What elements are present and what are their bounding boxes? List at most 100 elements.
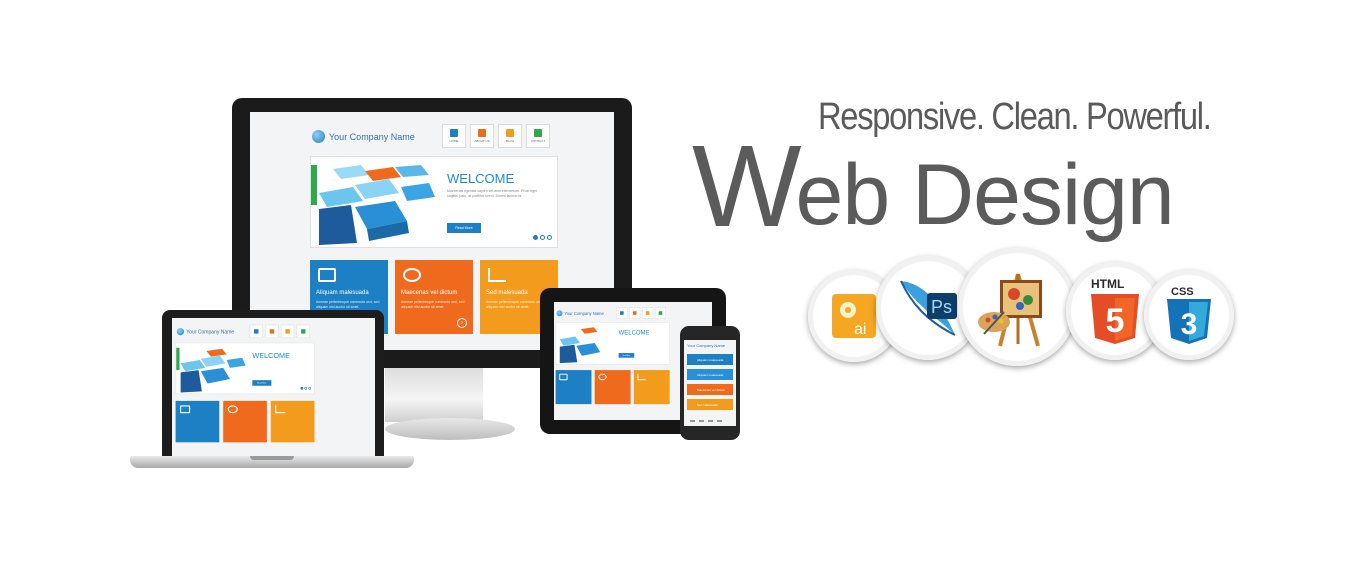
chart-icon bbox=[637, 373, 646, 381]
slider-dot[interactable] bbox=[300, 386, 304, 390]
nav-home[interactable] bbox=[249, 324, 263, 339]
globe-icon bbox=[403, 268, 421, 282]
home-icon bbox=[620, 311, 624, 315]
nav-about[interactable]: ABOUT US bbox=[470, 124, 494, 148]
nav-contact[interactable] bbox=[296, 324, 310, 339]
chart-icon bbox=[275, 405, 286, 414]
phone-menu-item[interactable]: Maecenas vel dictum bbox=[687, 384, 733, 395]
feature-tile[interactable]: Maecenas vel dictum Aenean pellentesque … bbox=[395, 260, 473, 334]
tile-text: Aenean pellentesque commodo orci, sed al… bbox=[401, 300, 465, 309]
easel-palette-icon bbox=[978, 273, 1042, 347]
document-icon bbox=[478, 129, 486, 137]
feature-tile[interactable] bbox=[555, 370, 592, 405]
site-nav: HOME ABOUT US BLOG CONTACT bbox=[442, 124, 550, 148]
site-logo: Your Company Name bbox=[312, 130, 415, 143]
read-more-button[interactable]: Read More bbox=[618, 353, 635, 358]
phone-menu-item[interactable]: Sed malesuada bbox=[687, 399, 733, 410]
css3-shield-icon: CSS 3 bbox=[1167, 286, 1211, 344]
illustrator-label: ai bbox=[854, 321, 866, 338]
feature-tile[interactable] bbox=[223, 400, 267, 443]
paint-easel-badge bbox=[958, 248, 1076, 366]
chart-icon bbox=[488, 268, 506, 282]
phone-menu-label: Sed malesuada bbox=[697, 403, 718, 407]
read-more-button[interactable]: Read More bbox=[447, 223, 481, 233]
site-logo-text: Your Company Name bbox=[687, 343, 726, 348]
site-mockup-tablet: Your Company Name WELCOME Read More bbox=[554, 302, 696, 412]
home-icon bbox=[450, 129, 458, 137]
site-logo: Your Company Name bbox=[176, 328, 235, 336]
document-icon bbox=[269, 329, 275, 334]
hero-3d-tiles-art bbox=[176, 347, 246, 393]
phone-menu-item[interactable]: Aliquam malesuada bbox=[687, 369, 733, 380]
arrow-right-icon[interactable]: › bbox=[457, 318, 467, 328]
monitor-stand-neck bbox=[385, 366, 483, 422]
nav-blog[interactable]: BLOG bbox=[498, 124, 522, 148]
tile-title: Maecenas vel dictum bbox=[401, 290, 458, 296]
slider-dot[interactable] bbox=[308, 386, 312, 390]
slider-dots[interactable] bbox=[300, 386, 312, 390]
phone-site-mockup: Your Company Name Aliquam malesuada Aliq… bbox=[684, 340, 736, 426]
slider-dot[interactable] bbox=[547, 235, 552, 240]
nav-home[interactable]: HOME bbox=[442, 124, 466, 148]
globe-icon bbox=[227, 405, 238, 414]
nav-about[interactable] bbox=[265, 324, 279, 339]
feature-tile[interactable] bbox=[633, 370, 670, 405]
css3-badge: CSS 3 bbox=[1144, 270, 1234, 360]
phone-footer-nav bbox=[690, 420, 722, 422]
feature-tile[interactable] bbox=[175, 400, 220, 443]
phone-menu-label: Maecenas vel dictum bbox=[697, 388, 726, 392]
gallery-icon bbox=[559, 373, 568, 381]
gallery-icon bbox=[180, 405, 191, 414]
contact-icon bbox=[534, 129, 542, 137]
nav-label: BLOG bbox=[505, 139, 515, 143]
site-logo-text: Your Company Name bbox=[329, 131, 415, 142]
photoshop-feather-icon: Ps bbox=[900, 280, 957, 336]
hero-title: WELCOME bbox=[447, 171, 515, 186]
globe-logo-icon bbox=[176, 328, 184, 336]
photoshop-label: Ps bbox=[931, 297, 952, 317]
slider-dot[interactable] bbox=[540, 235, 545, 240]
nav-blog[interactable] bbox=[642, 307, 654, 319]
contact-icon bbox=[658, 311, 663, 315]
feature-tile[interactable] bbox=[594, 370, 631, 405]
site-logo-text: Your Company Name bbox=[186, 328, 235, 335]
read-more-button[interactable]: Read More bbox=[252, 380, 272, 386]
feature-tiles bbox=[555, 370, 670, 405]
monitor-stand-base bbox=[385, 418, 515, 440]
globe-logo-icon bbox=[312, 130, 325, 143]
nav-contact[interactable] bbox=[654, 307, 666, 319]
tile-title: Sed malesuada bbox=[486, 290, 528, 296]
css3-number: 3 bbox=[1181, 308, 1198, 341]
site-logo-text: Your Company Name bbox=[564, 310, 604, 316]
globe-logo-icon bbox=[556, 310, 563, 317]
edit-icon bbox=[506, 129, 514, 137]
hero-title: WELCOME bbox=[252, 351, 290, 360]
slider-dot[interactable] bbox=[304, 386, 308, 390]
site-mockup-laptop: Your Company Name WELCOME Read More bbox=[172, 318, 346, 452]
nav-home[interactable] bbox=[616, 307, 628, 319]
nav-about[interactable] bbox=[629, 307, 641, 319]
slider-dots[interactable] bbox=[533, 235, 552, 240]
nav-contact[interactable]: CONTACT bbox=[526, 124, 550, 148]
site-nav bbox=[249, 324, 310, 339]
headline: Web Design bbox=[692, 128, 1175, 244]
edit-icon bbox=[285, 329, 290, 334]
phone-menu-label: Aliquam malesuada bbox=[697, 373, 724, 377]
nav-blog[interactable] bbox=[280, 324, 295, 339]
edit-icon bbox=[645, 311, 650, 315]
phone-menu-item[interactable]: Aliquam malesuada bbox=[687, 354, 733, 365]
contact-icon bbox=[301, 329, 306, 334]
document-icon bbox=[632, 311, 637, 315]
globe-icon bbox=[598, 373, 607, 381]
hero-slider: WELCOME Read More bbox=[175, 342, 315, 395]
gallery-icon bbox=[318, 268, 336, 282]
feature-tile[interactable] bbox=[270, 400, 315, 443]
headline-first-letter: W bbox=[692, 121, 801, 251]
phone-screen: Your Company Name Aliquam malesuada Aliq… bbox=[684, 340, 736, 426]
tile-text: Aenean pellentesque commodo orci, sed al… bbox=[316, 300, 380, 309]
web-design-banner: Responsive. Clean. Powerful. Web Design … bbox=[0, 0, 1360, 570]
slider-dot[interactable] bbox=[533, 235, 538, 240]
site-nav bbox=[616, 307, 666, 319]
html5-number: 5 bbox=[1106, 302, 1125, 340]
hero-slider: WELCOME Read More bbox=[555, 322, 670, 365]
